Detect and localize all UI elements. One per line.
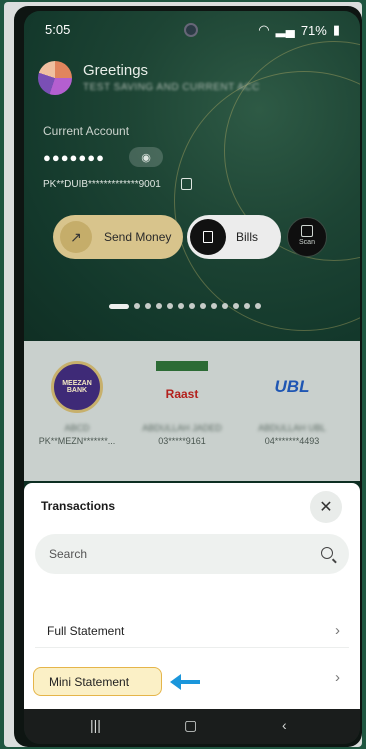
signal-icon: ▂▄ — [275, 22, 295, 37]
meezan-bank-logo: MEEZAN BANK — [51, 361, 103, 413]
recent-apps-icon[interactable]: ||| — [90, 717, 101, 733]
full-statement-row[interactable]: Full Statement › — [24, 612, 360, 652]
payee-list: MEEZAN BANK ABCD PK**MEZN*******... Raas… — [24, 341, 360, 481]
back-icon[interactable]: ‹ — [282, 717, 287, 733]
front-camera — [184, 23, 198, 37]
eye-icon: ◉ — [141, 151, 151, 164]
carousel-dot[interactable] — [222, 303, 228, 309]
payee-account: 03*****9161 — [158, 436, 206, 446]
payee-name: ABDULLAH JADED — [142, 423, 222, 433]
payee-item[interactable]: MEEZAN BANK ABCD PK**MEZN*******... — [27, 361, 127, 446]
show-balance-button[interactable]: ◉ — [129, 147, 163, 167]
carousel-dot[interactable] — [145, 303, 151, 309]
masked-balance: ●●●●●●● — [43, 150, 105, 165]
payee-item[interactable]: Raast ABDULLAH JADED 03*****9161 — [132, 361, 232, 446]
status-bar: 5:05 ◠ ▂▄ 71% ▮ — [24, 11, 360, 45]
ubl-logo: UBL — [274, 377, 310, 396]
bills-label: Bills — [236, 230, 259, 244]
status-time: 5:05 — [45, 22, 71, 37]
status-icons: ◠ ▂▄ 71% ▮ — [258, 22, 340, 38]
battery-level: 71% — [300, 22, 327, 38]
account-type-label: Current Account — [43, 124, 130, 138]
wifi-icon: ◠ — [258, 22, 270, 37]
close-icon: ✕ — [319, 499, 333, 516]
carousel-dot[interactable] — [244, 303, 250, 309]
greeting-text: Greetings — [83, 62, 149, 79]
carousel-dot[interactable] — [134, 303, 140, 309]
mini-statement-row[interactable]: Mini Statement — [33, 667, 162, 696]
payee-account: PK**MEZN*******... — [38, 436, 116, 446]
payee-name: ABCD — [64, 423, 90, 433]
sheet-title: Transactions — [41, 499, 116, 513]
phone-screen: 5:05 ◠ ▂▄ 71% ▮ Greetings TEST SAVING AN… — [24, 11, 360, 744]
search-input[interactable]: Search — [35, 534, 349, 574]
send-money-button[interactable]: ↗ Send Money — [53, 215, 183, 259]
payee-account: 04*******4493 — [264, 436, 320, 446]
send-money-label: Send Money — [104, 230, 172, 244]
account-banner — [24, 11, 360, 341]
pointer-arrow-icon — [170, 674, 200, 690]
transactions-sheet: Transactions ✕ Search Full Statement › M… — [24, 483, 360, 709]
carousel-dot[interactable] — [156, 303, 162, 309]
scan-button[interactable]: Scan — [287, 217, 327, 257]
arrow-up-right-icon: ↗ — [60, 221, 92, 253]
carousel-indicator — [109, 303, 261, 309]
system-nav-bar: ||| ▢ ‹ — [24, 709, 360, 744]
bills-button[interactable]: Bills — [187, 215, 281, 259]
account-holder-name: TEST SAVING AND CURRENT ACC — [83, 82, 260, 93]
carousel-dot[interactable] — [167, 303, 173, 309]
divider — [35, 647, 349, 648]
carousel-dot[interactable] — [178, 303, 184, 309]
scan-label: Scan — [299, 239, 315, 246]
search-icon — [321, 547, 333, 559]
battery-icon: ▮ — [332, 22, 340, 37]
iban-text: PK**DUIB*************9001 — [43, 179, 161, 190]
search-placeholder: Search — [49, 547, 88, 561]
carousel-dot[interactable] — [189, 303, 195, 309]
payee-item[interactable]: UBL ABDULLAH UBL 04*******4493 — [242, 361, 342, 446]
qr-icon — [301, 225, 313, 237]
raast-logo: Raast — [156, 361, 208, 413]
carousel-dot[interactable] — [211, 303, 217, 309]
payee-name: ABDULLAH UBL — [258, 423, 326, 433]
carousel-dot[interactable] — [109, 303, 129, 309]
full-statement-label: Full Statement — [47, 624, 125, 638]
copy-icon[interactable] — [181, 178, 192, 190]
carousel-dot[interactable] — [233, 303, 239, 309]
avatar[interactable] — [38, 61, 72, 95]
document-icon — [190, 219, 226, 255]
home-icon[interactable]: ▢ — [184, 717, 197, 734]
carousel-dot[interactable] — [255, 303, 261, 309]
chevron-right-icon: › — [335, 669, 340, 686]
close-button[interactable]: ✕ — [310, 491, 342, 523]
carousel-dot[interactable] — [200, 303, 206, 309]
chevron-right-icon: › — [335, 622, 340, 639]
